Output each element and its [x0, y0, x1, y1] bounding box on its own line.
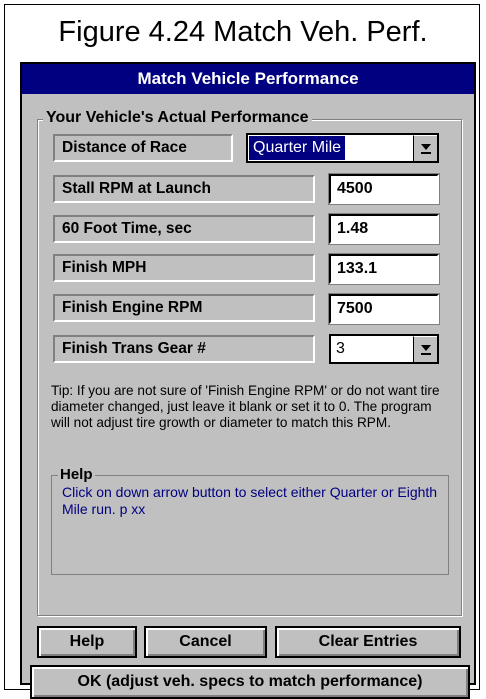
finish-trans-gear-value: 3	[336, 340, 345, 357]
clear-entries-button[interactable]: Clear Entries	[275, 626, 461, 658]
tip-text: Tip: If you are not sure of 'Finish Engi…	[51, 383, 440, 431]
finish-engine-rpm-label: Finish Engine RPM	[53, 294, 315, 322]
finish-engine-rpm-input[interactable]: 7500	[329, 294, 439, 324]
ok-adjust-specs-button[interactable]: OK (adjust veh. specs to match performan…	[30, 665, 470, 699]
figure-frame: Figure 4.24 Match Veh. Perf. Match Vehic…	[4, 4, 480, 699]
figure-title: Figure 4.24 Match Veh. Perf.	[58, 16, 428, 48]
dropdown-arrow-button[interactable]	[413, 336, 437, 362]
finish-trans-gear-label: Finish Trans Gear #	[53, 335, 315, 363]
cancel-button[interactable]: Cancel	[144, 626, 267, 658]
help-title: Help	[58, 466, 95, 483]
actual-performance-group: Your Vehicle's Actual Performance Distan…	[37, 109, 462, 616]
finish-mph-input[interactable]: 133.1	[329, 254, 439, 284]
distance-of-race-value: Quarter Mile	[249, 136, 346, 160]
distance-of-race-dropdown[interactable]: Quarter Mile	[246, 133, 439, 163]
stall-rpm-input[interactable]: 4500	[329, 174, 439, 204]
stall-rpm-label: Stall RPM at Launch	[53, 175, 315, 203]
match-vehicle-performance-dialog: Match Vehicle Performance Your Vehicle's…	[20, 62, 476, 699]
dropdown-arrow-button[interactable]	[413, 135, 437, 161]
distance-of-race-label: Distance of Race	[53, 134, 233, 162]
help-button[interactable]: Help	[37, 626, 137, 658]
help-groupbox: Help Click on down arrow button to selec…	[51, 466, 449, 575]
dialog-title: Match Vehicle Performance	[22, 64, 474, 94]
group-label: Your Vehicle's Actual Performance	[43, 109, 312, 127]
down-arrow-icon	[421, 144, 431, 154]
finish-trans-gear-dropdown[interactable]: 3	[329, 334, 439, 364]
sixty-foot-time-label: 60 Foot Time, sec	[53, 215, 315, 243]
sixty-foot-time-input[interactable]: 1.48	[329, 214, 439, 244]
down-arrow-icon	[421, 345, 431, 355]
finish-mph-label: Finish MPH	[53, 254, 315, 282]
help-text: Click on down arrow button to select eit…	[62, 484, 438, 517]
